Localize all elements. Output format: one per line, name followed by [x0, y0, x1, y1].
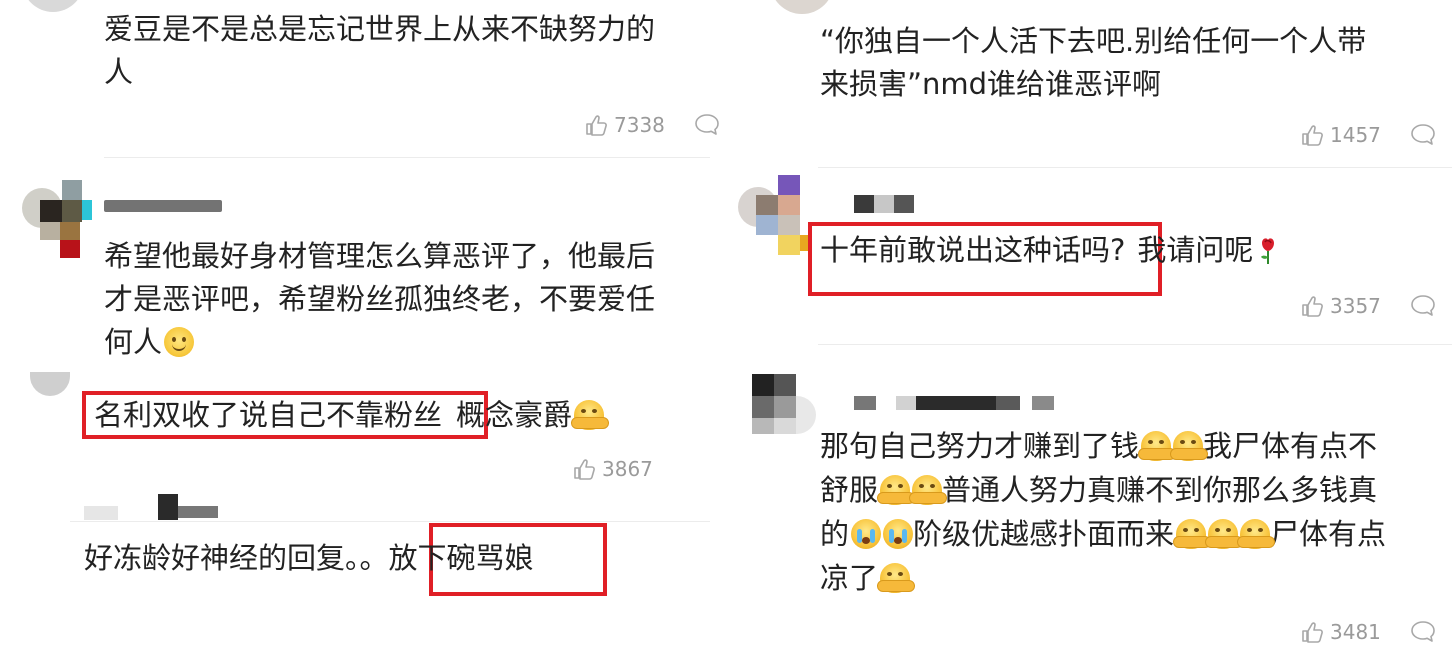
crying-emoji-icon [851, 519, 882, 549]
avatar[interactable] [738, 175, 810, 255]
comment-bubble-icon[interactable] [1410, 619, 1436, 643]
hug-emoji-icon [1138, 431, 1177, 461]
highlighted-text: 十年前敢说出这种话吗? [820, 233, 1126, 267]
like-count: 3357 [1330, 294, 1381, 318]
right-comment-column: “你独自一个人活下去吧.别给任何一个人带 来损害”nmd谁给谁恶评啊 1457 … [730, 0, 1452, 661]
username-masked[interactable] [104, 196, 222, 214]
avatar[interactable] [30, 372, 70, 396]
username-masked[interactable] [84, 494, 244, 524]
divider [818, 167, 1452, 168]
crying-emoji-icon [883, 519, 914, 549]
hug-emoji-icon [1237, 519, 1276, 549]
divider [104, 157, 710, 158]
like-count: 3481 [1330, 620, 1381, 644]
avatar[interactable] [22, 0, 84, 12]
thumbs-up-icon [1302, 125, 1323, 146]
like-count: 7338 [614, 113, 665, 137]
avatar[interactable] [752, 374, 816, 436]
comment-bubble-icon[interactable] [1410, 293, 1436, 317]
hug-emoji-icon [909, 475, 948, 505]
comment-text: 爱豆是不是总是忘记世界上从来不缺努力的 人 [104, 12, 656, 89]
thumbs-up-icon [574, 459, 595, 480]
rose-emoji-icon [1255, 234, 1281, 264]
hug-emoji-icon [877, 563, 916, 593]
like-button[interactable]: 7338 [584, 110, 665, 140]
comment-bubble-icon[interactable] [1410, 122, 1436, 146]
comment-text: “你独自一个人活下去吧.别给任何一个人带 来损害”nmd谁给谁恶评啊 [820, 24, 1367, 101]
like-button[interactable]: 3867 [572, 454, 653, 484]
like-count: 3867 [602, 457, 653, 481]
hug-emoji-icon [1170, 431, 1209, 461]
smile-emoji-icon [164, 327, 195, 357]
comment-text: 好冻龄好神经的回复。。放下碗骂娘 [84, 541, 534, 575]
like-button[interactable]: 3481 [1300, 617, 1381, 647]
username-masked[interactable] [854, 394, 1064, 412]
like-button[interactable]: 3357 [1300, 291, 1381, 321]
like-count: 1457 [1330, 123, 1381, 147]
thumbs-up-icon [1302, 296, 1323, 317]
hug-emoji-icon [1205, 519, 1244, 549]
hug-emoji-icon [877, 475, 916, 505]
comment-text: 希望他最好身材管理怎么算恶评了，他最后 才是恶评吧，希望粉丝孤独终老，不要爱任 … [104, 239, 656, 359]
thumbs-up-icon [1302, 622, 1323, 643]
highlighted-text: 放下碗骂娘 [388, 541, 534, 575]
thumbs-up-icon [586, 115, 607, 136]
comment-bubble-icon[interactable] [694, 112, 720, 136]
username-masked[interactable] [854, 193, 918, 215]
comment-text: 名利双收了说自己不靠粉丝 概念豪爵 [94, 394, 610, 437]
hug-emoji-icon [1173, 519, 1212, 549]
avatar[interactable] [770, 0, 834, 14]
divider [818, 344, 1452, 345]
hug-emoji-icon [571, 400, 610, 430]
comment-text: 十年前敢说出这种话吗? 我请问呢 [820, 229, 1281, 272]
left-comment-column: 爱豆是不是总是忘记世界上从来不缺努力的 人 7338 希望他最好身材管理怎么算恶… [0, 0, 726, 661]
highlighted-text: 名利双收了说自己不靠粉丝 [94, 398, 443, 432]
avatar[interactable] [22, 180, 92, 260]
like-button[interactable]: 1457 [1300, 120, 1381, 150]
comment-text: 那句自己努力才赚到了钱 我尸体有点不 舒服 普通人努力真赚不到你那么多钱真 的阶级优… [820, 429, 1387, 595]
